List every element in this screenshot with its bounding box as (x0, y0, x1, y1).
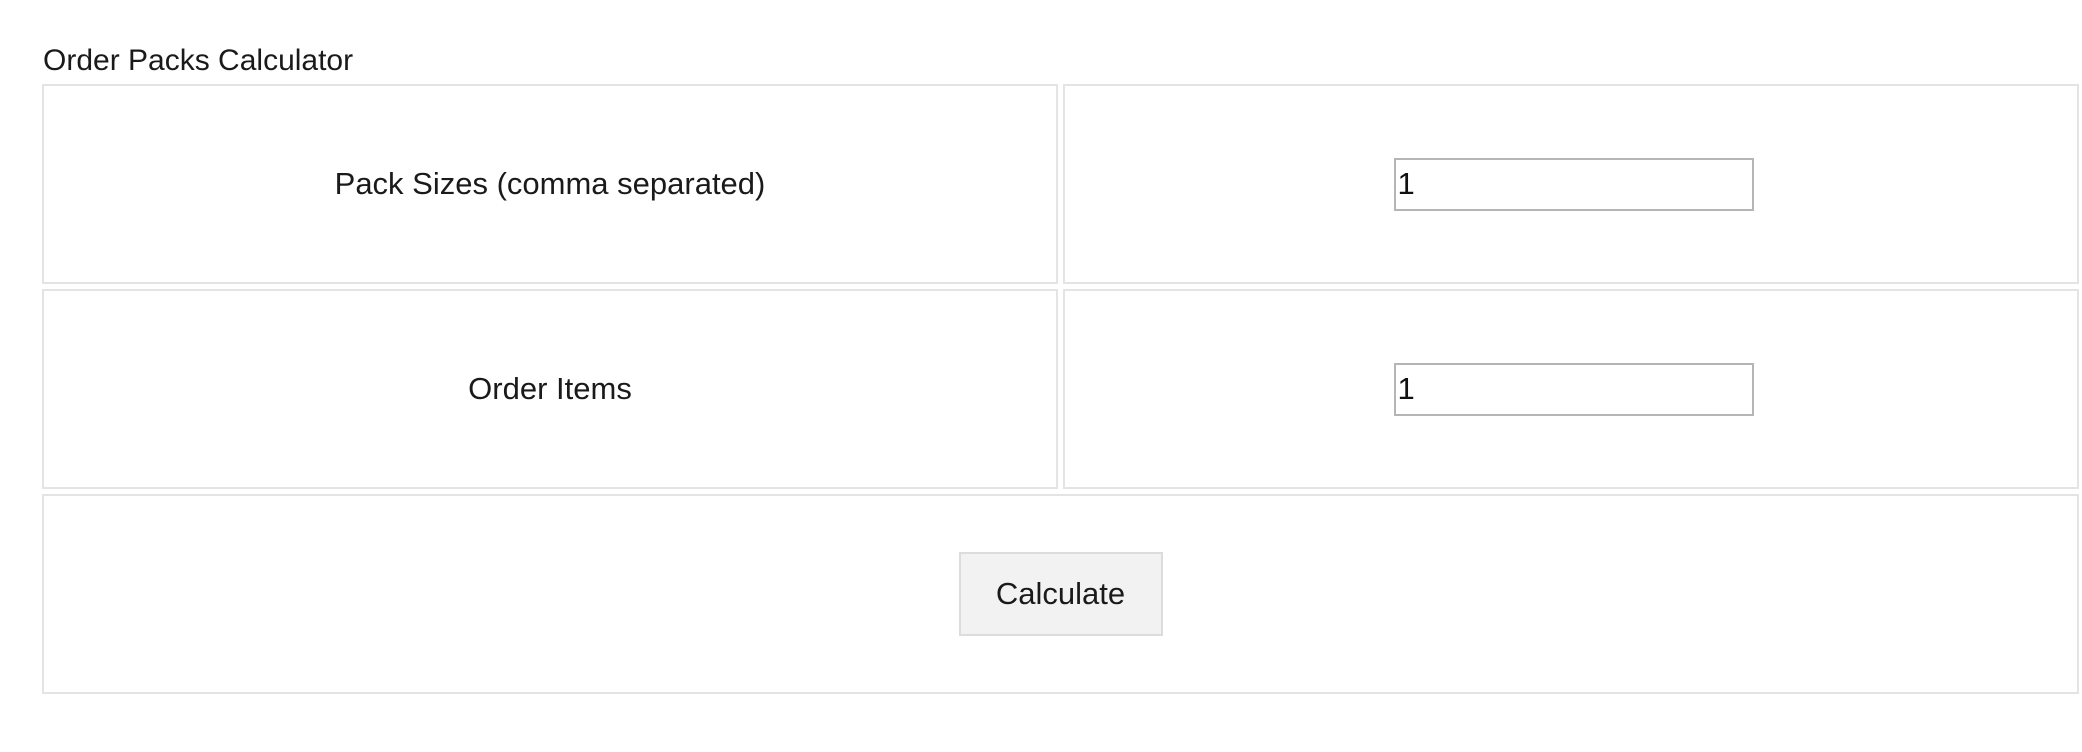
order-items-label: Order Items (468, 371, 632, 406)
page-title: Order Packs Calculator (43, 44, 354, 77)
order-items-input-cell (1063, 289, 2079, 489)
calculate-button[interactable]: Calculate (958, 552, 1163, 636)
calculate-row: Calculate (42, 494, 2079, 694)
order-items-input[interactable] (1393, 362, 1754, 416)
calculator-form: Pack Sizes (comma separated) Order Items… (42, 84, 2079, 699)
order-items-label-cell: Order Items (42, 289, 1058, 489)
pack-sizes-label-cell: Pack Sizes (comma separated) (42, 84, 1058, 284)
pack-sizes-row: Pack Sizes (comma separated) (42, 84, 2079, 284)
pack-sizes-input-cell (1063, 84, 2079, 284)
calculate-cell: Calculate (42, 494, 2079, 694)
pack-sizes-input[interactable] (1393, 157, 1754, 211)
pack-sizes-label: Pack Sizes (comma separated) (334, 166, 766, 201)
order-items-row: Order Items (42, 289, 2079, 489)
